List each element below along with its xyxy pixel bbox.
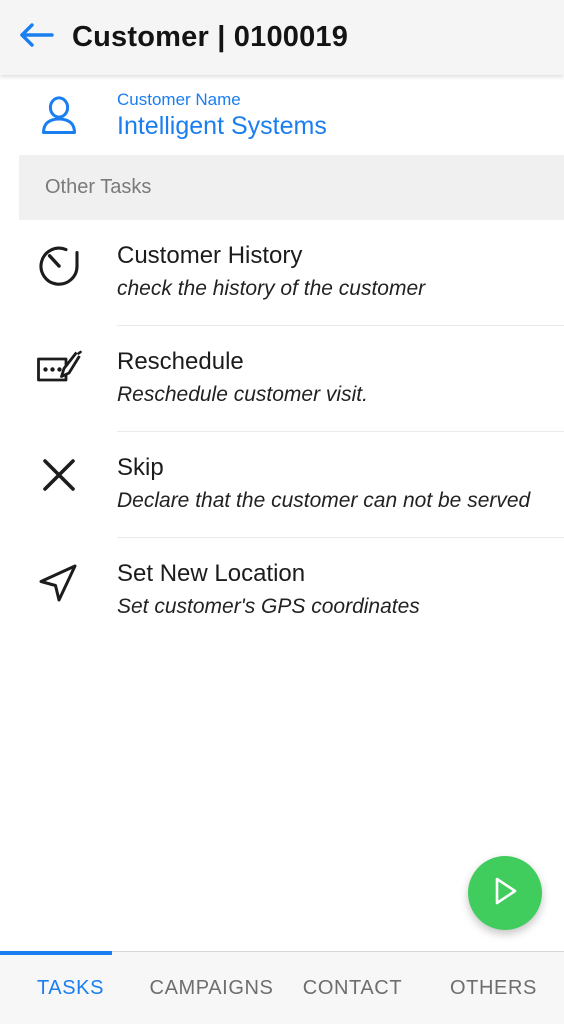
task-texts: Skip Declare that the customer can not b… (117, 432, 564, 516)
history-clock-icon (0, 220, 117, 289)
section-header-other-tasks: Other Tasks (19, 155, 564, 220)
app-bar: Customer | 0100019 (0, 0, 564, 75)
task-item-skip[interactable]: Skip Declare that the customer can not b… (0, 432, 564, 538)
arrow-left-icon (18, 21, 54, 54)
reschedule-edit-icon (0, 326, 117, 391)
active-tab-indicator (0, 951, 112, 955)
customer-texts: Customer Name Intelligent Systems (117, 89, 327, 142)
task-description: Set customer's GPS coordinates (117, 595, 420, 618)
close-x-icon (0, 432, 117, 495)
tab-others[interactable]: OTHERS (423, 977, 564, 1000)
task-title: Skip (117, 454, 164, 481)
task-description: check the history of the customer (117, 277, 426, 300)
customer-name-value: Intelligent Systems (117, 112, 327, 140)
task-texts: Set New Location Set customer's GPS coor… (117, 538, 564, 622)
task-texts: Customer History check the history of th… (117, 220, 564, 304)
back-button[interactable] (0, 0, 72, 75)
task-item-customer-history[interactable]: Customer History check the history of th… (0, 220, 564, 326)
customer-summary[interactable]: Customer Name Intelligent Systems (0, 76, 564, 155)
task-texts: Reschedule Reschedule customer visit. (117, 326, 564, 410)
play-triangle-icon (488, 873, 522, 914)
customer-name-label: Customer Name (117, 90, 241, 109)
tab-campaigns[interactable]: CAMPAIGNS (141, 977, 282, 1000)
task-description: Reschedule customer visit. (117, 383, 368, 406)
page-title: Customer | 0100019 (72, 21, 349, 53)
tab-contact[interactable]: CONTACT (282, 977, 423, 1000)
task-title: Set New Location (117, 560, 306, 587)
bottom-tab-bar: TASKS CAMPAIGNS CONTACT OTHERS (0, 951, 564, 1024)
tab-tasks[interactable]: TASKS (0, 977, 141, 1000)
task-description: Declare that the customer can not be ser… (117, 489, 531, 512)
task-title: Reschedule (117, 348, 244, 375)
start-visit-fab[interactable] (468, 856, 542, 930)
person-icon (0, 95, 117, 137)
task-item-set-new-location[interactable]: Set New Location Set customer's GPS coor… (0, 538, 564, 644)
section-header-label: Other Tasks (45, 176, 152, 198)
task-list: Customer History check the history of th… (0, 220, 564, 644)
task-title: Customer History (117, 242, 303, 269)
navigation-arrow-icon (0, 538, 117, 605)
task-item-reschedule[interactable]: Reschedule Reschedule customer visit. (0, 326, 564, 432)
